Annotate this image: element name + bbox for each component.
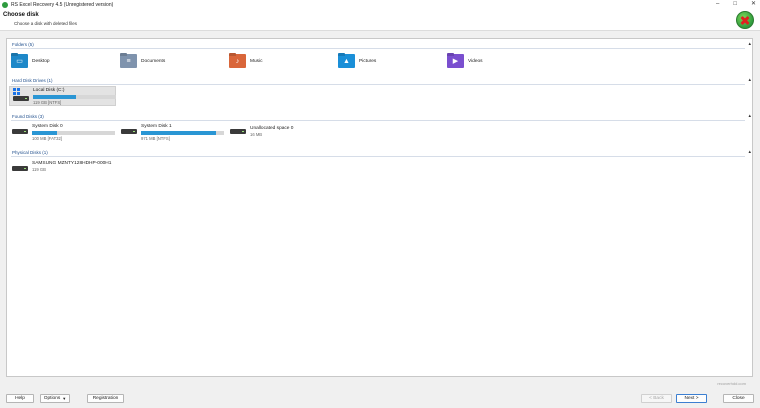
window-controls: – □ ✕ xyxy=(716,0,756,9)
section-label: Folders (5) xyxy=(12,42,34,47)
maximize-icon[interactable]: □ xyxy=(733,0,737,9)
collapse-chevron-icon[interactable]: ▴ xyxy=(748,78,751,83)
collapse-chevron-icon[interactable]: ▴ xyxy=(748,114,751,119)
folder-music[interactable]: ♪ Music xyxy=(229,53,263,69)
disk-list-panel: Folders (5) ▴ ▭ Desktop ≡ Documents ♪ Mu… xyxy=(6,38,753,377)
title-bar: RS Excel Recovery 4.5 (Unregistered vers… xyxy=(0,0,760,9)
back-button[interactable]: < Back xyxy=(641,394,672,403)
hard-disk-icon xyxy=(12,166,28,171)
wizard-footer: Help Options ▼ Registration < Back Next >… xyxy=(0,390,760,408)
brand-logo-icon xyxy=(736,11,754,29)
window-title: RS Excel Recovery 4.5 (Unregistered vers… xyxy=(11,1,114,8)
section-label: Physical Disks (1) xyxy=(12,150,48,155)
disk-usage-bar xyxy=(33,95,116,99)
section-physical-disks[interactable]: Physical Disks (1) ▴ xyxy=(11,149,751,157)
pictures-folder-icon: ▲ xyxy=(338,54,355,68)
disk-physical-samsung[interactable]: SAMSUNG MZNTY128HDHP-000H1 119 GB xyxy=(9,159,149,179)
watermark: recoverhdd.com xyxy=(717,381,746,386)
disk-usage-bar xyxy=(141,131,224,135)
disk-unallocated-0[interactable]: Unallocated space 0 16 MB xyxy=(227,123,334,143)
section-hard-disk-drives[interactable]: Hard Disk Drives (1) ▴ xyxy=(11,77,751,85)
hard-disk-icon xyxy=(12,129,28,134)
page-subtitle: Choose a disk with deleted files xyxy=(14,21,78,26)
hard-disk-icon xyxy=(230,129,246,134)
music-folder-icon: ♪ xyxy=(229,54,246,68)
hard-disk-icon xyxy=(13,96,29,101)
minimize-icon[interactable]: – xyxy=(716,0,719,9)
dropdown-caret-icon: ▼ xyxy=(62,396,67,401)
close-window-icon[interactable]: ✕ xyxy=(751,0,756,9)
folder-pictures[interactable]: ▲ Pictures xyxy=(338,53,376,69)
next-button[interactable]: Next > xyxy=(676,394,707,403)
hard-disk-icon xyxy=(121,129,137,134)
disk-system-0[interactable]: System Disk 0 100 MB [FAT32] xyxy=(9,123,116,143)
disk-local-c[interactable]: Local Disk (C:) 119 GB [NTFS] xyxy=(9,86,116,106)
folder-documents[interactable]: ≡ Documents xyxy=(120,53,165,69)
wizard-header: Choose disk Choose a disk with deleted f… xyxy=(0,9,760,31)
videos-folder-icon: ▶ xyxy=(447,54,464,68)
collapse-chevron-icon[interactable]: ▴ xyxy=(748,150,751,155)
app-logo-icon xyxy=(2,1,8,8)
collapse-chevron-icon[interactable]: ▴ xyxy=(748,42,751,47)
windows-logo-icon xyxy=(13,88,20,95)
options-button[interactable]: Options ▼ xyxy=(40,394,70,403)
documents-folder-icon: ≡ xyxy=(120,54,137,68)
close-button[interactable]: Close xyxy=(723,394,754,403)
section-found-disks[interactable]: Found Disks (3) ▴ xyxy=(11,113,751,121)
folder-desktop[interactable]: ▭ Desktop xyxy=(11,53,50,69)
disk-usage-bar xyxy=(32,131,115,135)
registration-button[interactable]: Registration xyxy=(87,394,124,403)
disk-system-1[interactable]: System Disk 1 971 MB [NTFS] xyxy=(118,123,225,143)
help-button[interactable]: Help xyxy=(6,394,34,403)
section-label: Found Disks (3) xyxy=(12,114,44,119)
desktop-folder-icon: ▭ xyxy=(11,54,28,68)
section-folders[interactable]: Folders (5) ▴ xyxy=(11,41,751,49)
section-label: Hard Disk Drives (1) xyxy=(12,78,53,83)
folder-videos[interactable]: ▶ Videos xyxy=(447,53,483,69)
page-title: Choose disk xyxy=(3,12,39,18)
